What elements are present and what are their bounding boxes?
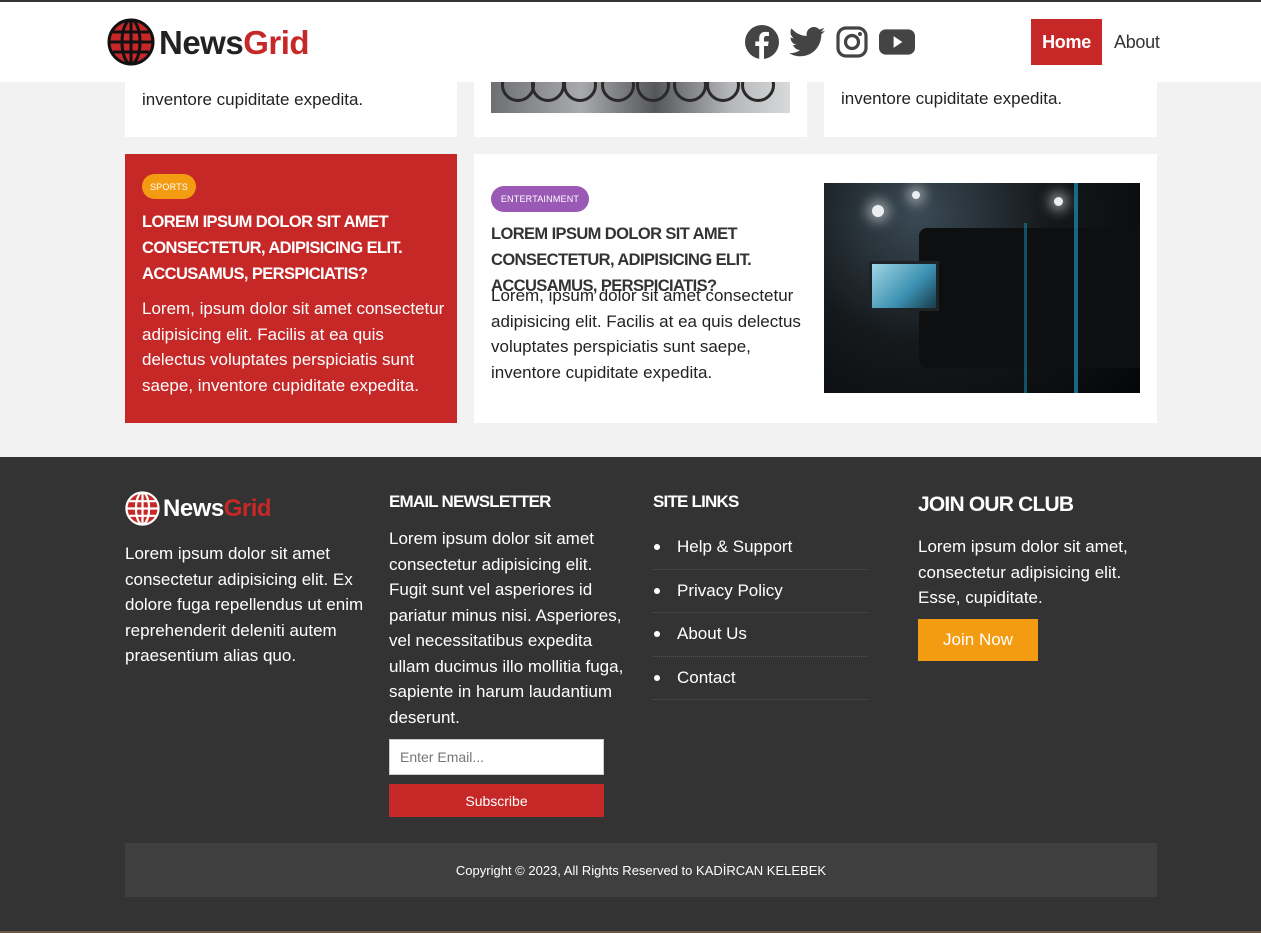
bicycles-image xyxy=(491,82,790,113)
card-text: Lorem, ipsum dolor sit amet consectetur … xyxy=(142,299,445,395)
newsletter-heading: Email Newsletter xyxy=(389,492,551,511)
globe-logo-icon xyxy=(125,491,160,526)
email-input[interactable] xyxy=(389,739,604,775)
subscribe-button[interactable]: Subscribe xyxy=(389,784,604,817)
logo-text: NewsGrid xyxy=(163,494,272,522)
site-link-contact[interactable]: Contact xyxy=(653,657,868,700)
newsletter-text: Lorem ipsum dolor sit amet consectetur a… xyxy=(389,529,624,727)
nav-about-link[interactable]: About xyxy=(1114,32,1160,53)
site-links-heading: Site Links xyxy=(653,492,739,511)
site-link-label[interactable]: Help & Support xyxy=(677,537,792,557)
site-link-label[interactable]: Privacy Policy xyxy=(677,581,783,601)
site-link-privacy-policy[interactable]: Privacy Policy xyxy=(653,570,868,613)
logo-text-grid: Grid xyxy=(223,494,272,522)
bullet-icon xyxy=(654,587,660,594)
footer-logo[interactable]: NewsGrid xyxy=(125,491,272,526)
club-text: Lorem ipsum dolor sit amet, consectetur … xyxy=(918,537,1128,607)
category-tag-entertainment[interactable]: ENTERTAINMENT xyxy=(491,186,589,212)
news-card-top-right: inventore cupiditate expedita. xyxy=(824,82,1157,137)
card-headline[interactable]: Lorem ipsum dolor sit amet consectetur, … xyxy=(142,209,442,287)
bullet-icon xyxy=(654,674,660,681)
copyright-text: Copyright © 2023, All Rights Reserved to… xyxy=(455,862,827,878)
instagram-icon[interactable] xyxy=(834,24,870,60)
card-text: inventore cupiditate expedita. xyxy=(142,90,364,109)
facebook-icon[interactable] xyxy=(744,24,780,60)
site-link-about-us[interactable]: About Us xyxy=(653,613,868,657)
site-link-label[interactable]: About Us xyxy=(677,624,747,644)
news-card-top-left: inventore cupiditate expedita. xyxy=(125,82,457,137)
globe-logo-icon xyxy=(107,18,155,66)
logo-text-news: News xyxy=(159,23,244,61)
site-footer: NewsGrid Lorem ipsum dolor sit amet cons… xyxy=(0,457,1261,933)
logo-text-grid: Grid xyxy=(243,23,310,61)
site-link-help-support[interactable]: Help & Support xyxy=(653,526,868,570)
card-text: inventore cupiditate expedita. xyxy=(841,89,1063,108)
youtube-icon[interactable] xyxy=(879,24,915,60)
bullet-icon xyxy=(654,631,660,638)
main-nav: Home About xyxy=(1031,19,1160,65)
copyright-bar: Copyright © 2023, All Rights Reserved to… xyxy=(125,843,1157,897)
news-card-sports[interactable]: SPORTS Lorem ipsum dolor sit amet consec… xyxy=(125,154,457,423)
logo-text-news: News xyxy=(163,494,224,522)
site-links-list: Help & Support Privacy Policy About Us C… xyxy=(653,526,868,700)
join-now-button[interactable]: Join Now xyxy=(918,619,1038,661)
site-link-label[interactable]: Contact xyxy=(677,668,736,688)
club-heading: Join Our Club xyxy=(918,493,1074,516)
twitter-icon[interactable] xyxy=(789,24,825,60)
social-links xyxy=(744,24,924,60)
nav-home-link[interactable]: Home xyxy=(1031,19,1102,65)
category-tag-sports[interactable]: SPORTS xyxy=(142,174,196,199)
site-header: NewsGrid Home About xyxy=(0,2,1261,82)
news-card-entertainment[interactable]: ENTERTAINMENT Lorem ipsum dolor sit amet… xyxy=(474,154,1157,423)
card-text: Lorem, ipsum dolor sit amet consectetur … xyxy=(491,286,801,382)
footer-about-text: Lorem ipsum dolor sit amet consectetur a… xyxy=(125,544,364,665)
top-border xyxy=(0,0,1261,2)
site-logo[interactable]: NewsGrid xyxy=(107,18,310,66)
news-card-top-middle xyxy=(474,82,807,137)
logo-text: NewsGrid xyxy=(159,23,310,61)
video-camera-image xyxy=(824,183,1140,393)
bullet-icon xyxy=(654,544,660,551)
